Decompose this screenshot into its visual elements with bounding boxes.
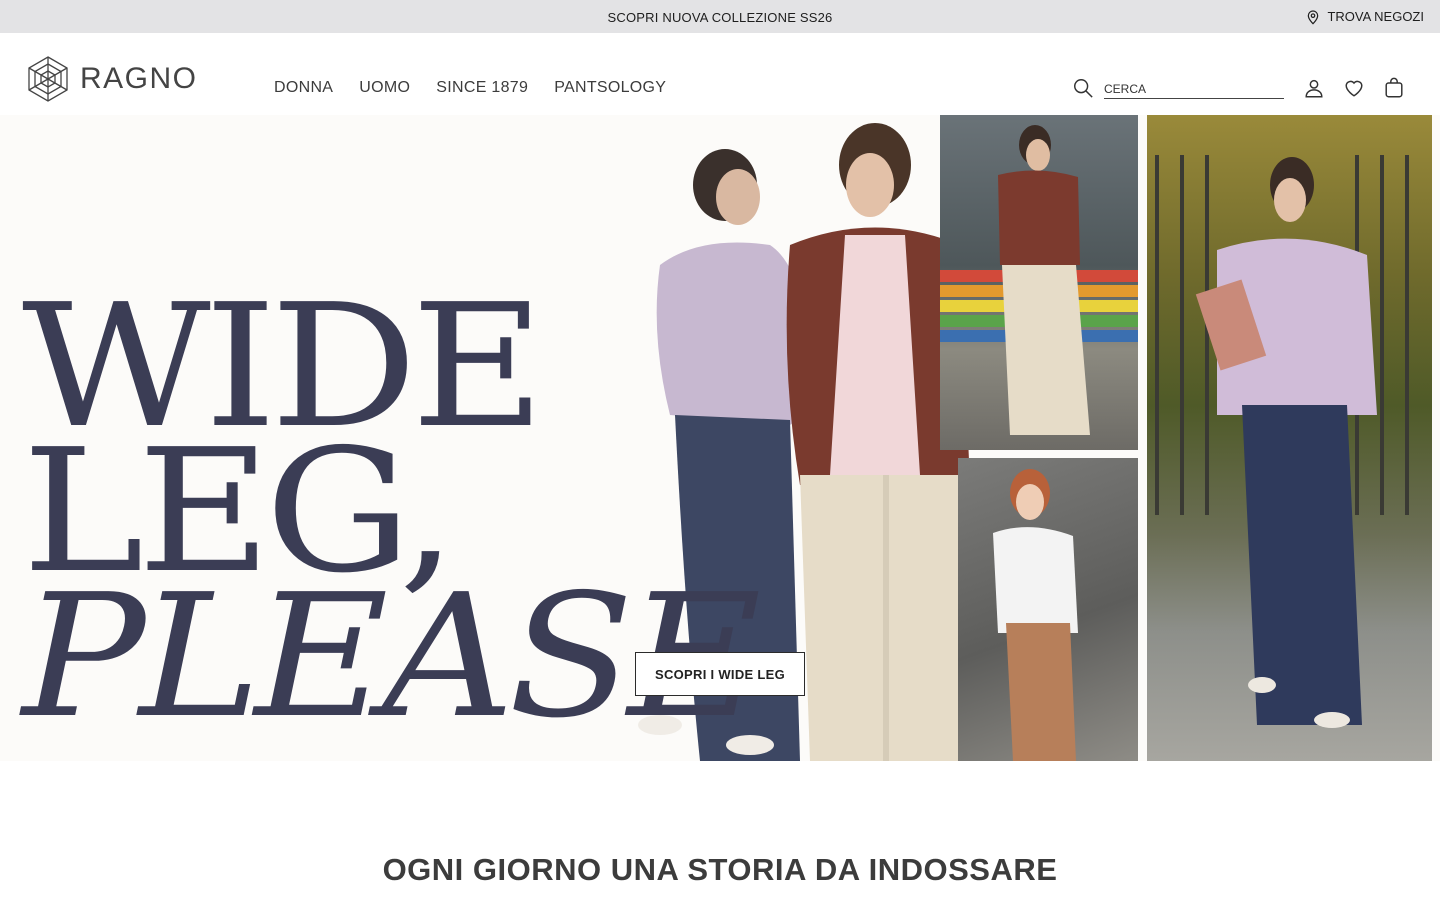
location-pin-icon [1308, 9, 1319, 24]
user-icon[interactable] [1303, 77, 1325, 99]
store-finder-link[interactable]: TROVA NEGOZI [1305, 0, 1424, 33]
hero-banner[interactable]: WIDE LEG, PLEASE SCOPRI I WIDE LEG [0, 115, 1440, 761]
shop-wide-leg-button[interactable]: SCOPRI I WIDE LEG [635, 652, 805, 696]
nav-item-uomo[interactable]: UOMO [359, 79, 410, 97]
search-input[interactable] [1104, 78, 1284, 99]
header-actions [1303, 77, 1405, 99]
hero-photo-stairs [958, 458, 1138, 761]
park-photo-illustration [1155, 155, 1409, 728]
spider-web-icon [28, 56, 68, 102]
announcement-bar: SCOPRI NUOVA COLLEZIONE SS26 TROVA NEGOZ… [0, 0, 1440, 33]
heart-icon[interactable] [1343, 77, 1365, 99]
store-finder-label: TROVA NEGOZI [1327, 9, 1424, 24]
hero-photo-bench [940, 115, 1138, 450]
brand-wordmark: RAGNO [80, 62, 198, 95]
promo-link[interactable]: SCOPRI NUOVA COLLEZIONE SS26 [0, 0, 1440, 33]
site-header: RAGNO DONNA UOMO SINCE 1879 PANTSOLOGY [0, 33, 1440, 115]
brand-logo[interactable]: RAGNO [26, 55, 198, 103]
hero-photo-park [1147, 115, 1432, 761]
nav-item-donna[interactable]: DONNA [274, 79, 333, 97]
section-title: OGNI GIORNO UNA STORIA DA INDOSSARE [382, 852, 1058, 887]
search-bar [1072, 77, 1284, 99]
stairs-photo-illustration [993, 469, 1078, 761]
nav-item-pantsology[interactable]: PANTSOLOGY [554, 79, 666, 97]
search-icon[interactable] [1072, 77, 1094, 99]
bench-photo-illustration [940, 125, 1138, 435]
main-nav: DONNA UOMO SINCE 1879 PANTSOLOGY [274, 79, 666, 97]
bag-icon[interactable] [1383, 77, 1405, 99]
nav-item-since-1879[interactable]: SINCE 1879 [436, 79, 528, 97]
